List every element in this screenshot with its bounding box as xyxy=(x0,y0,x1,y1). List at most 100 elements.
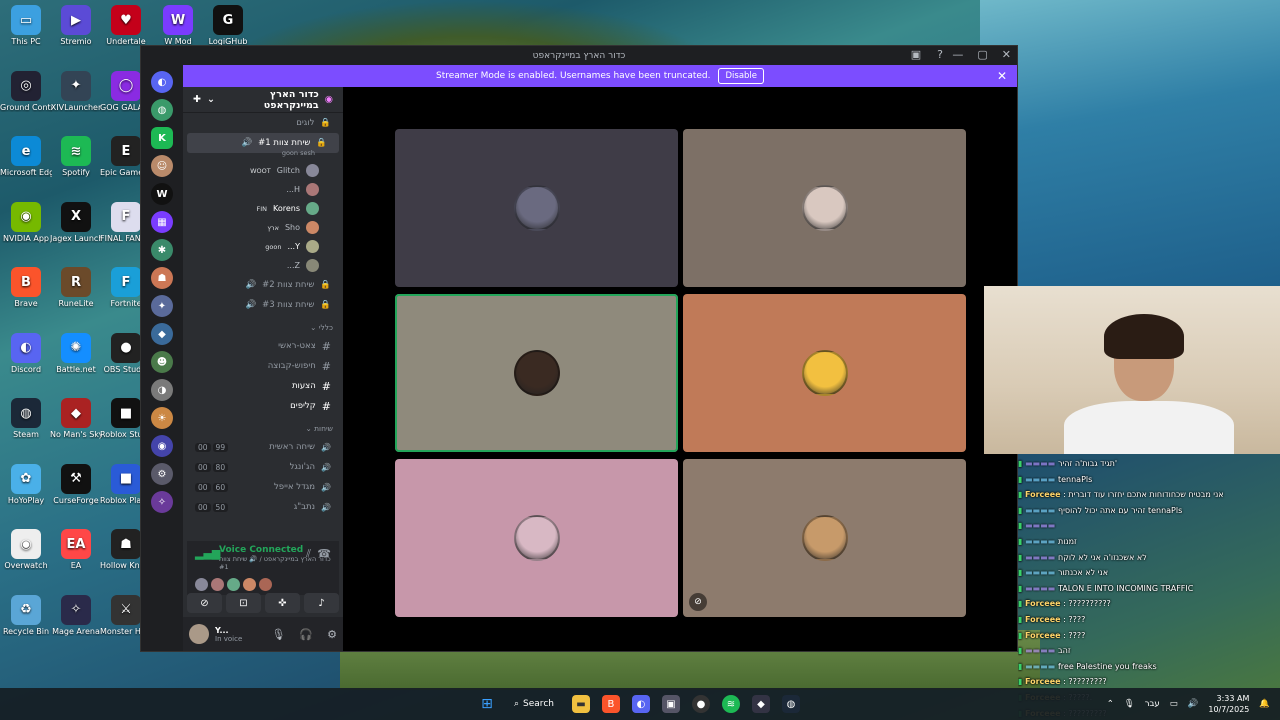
user-info[interactable]: Y... In voice xyxy=(215,626,242,643)
app-icon[interactable]: ◆ xyxy=(751,695,770,713)
desktop-icon[interactable]: ▶ Stremio xyxy=(50,5,102,46)
server-icon[interactable]: ☀ xyxy=(151,407,173,429)
desktop-icon[interactable]: ≋ Spotify xyxy=(50,136,102,177)
volume-icon[interactable]: 🔊 xyxy=(1188,699,1199,709)
desktop-icon[interactable]: EA EA xyxy=(50,529,102,570)
voice-member[interactable]: Korens FIN xyxy=(183,199,343,218)
desktop-icon[interactable]: ◉ Overwatch xyxy=(0,529,52,570)
participant-tile[interactable] xyxy=(395,459,678,617)
microphone-icon[interactable]: 🎙 xyxy=(271,628,285,641)
server-icon[interactable]: K xyxy=(151,127,173,149)
desktop-icon[interactable]: ◐ Discord xyxy=(0,332,52,374)
text-channel[interactable]: # קליפים xyxy=(183,396,343,416)
voice-channel[interactable]: 🔊 מגדל אייפל 00 60 xyxy=(183,477,343,497)
maximize-button[interactable]: ▢ xyxy=(977,48,987,61)
server-icon[interactable]: ☗ xyxy=(151,267,173,289)
disconnect-icon[interactable]: ☎ xyxy=(317,547,331,560)
desktop-icon[interactable]: ◉ NVIDIA App xyxy=(0,201,52,243)
bell-icon[interactable]: 🔔 xyxy=(1259,699,1270,709)
server-icon[interactable]: ✱ xyxy=(151,239,173,261)
avatar[interactable] xyxy=(195,578,208,591)
channel-logs[interactable]: 🔒 לוגים xyxy=(183,113,343,133)
desktop-icon[interactable]: ◆ No Man's Sky xyxy=(50,398,102,439)
microphone-icon[interactable]: 🎙 xyxy=(1124,699,1135,709)
server-icon[interactable]: ☻ xyxy=(151,351,173,373)
activities-icon[interactable]: ✜ xyxy=(265,593,300,613)
server-icon[interactable]: ◆ xyxy=(151,323,173,345)
close-banner-icon[interactable]: ✕ xyxy=(997,69,1007,83)
discord-icon[interactable]: ◐ xyxy=(631,695,650,713)
desktop-icon[interactable]: WW Mod xyxy=(152,5,204,46)
server-icon[interactable]: ✦ xyxy=(151,295,173,317)
desktop-icon[interactable]: B Brave xyxy=(0,267,52,308)
add-member-icon[interactable]: ✚ xyxy=(193,94,201,105)
steam-icon[interactable]: ◍ xyxy=(781,695,800,713)
text-channel[interactable]: # צאט-ראשי xyxy=(183,336,343,356)
voice-member[interactable]: H... xyxy=(183,180,343,199)
camera-off-icon[interactable]: ⊘ xyxy=(187,593,222,613)
discord-home-icon[interactable]: ◐ xyxy=(151,71,173,93)
avatar[interactable] xyxy=(243,578,256,591)
text-channel[interactable]: # חיפוש-קבוצה xyxy=(183,356,343,376)
avatar[interactable] xyxy=(259,578,272,591)
server-icon[interactable]: ◍ xyxy=(151,99,173,121)
server-icon[interactable]: ◑ xyxy=(151,379,173,401)
voice-member[interactable]: Z... xyxy=(183,256,343,275)
voice-channel-3[interactable]: 🔒 שיחת צוות #3 🔊 xyxy=(183,295,343,315)
voice-member[interactable]: Glitch WOOT xyxy=(183,161,343,180)
text-channel[interactable]: # הצעות xyxy=(183,376,343,396)
desktop-icon[interactable]: ♥ Undertale xyxy=(100,5,152,46)
server-icon[interactable]: ▦ xyxy=(151,211,173,233)
brave-icon[interactable]: B xyxy=(601,695,620,713)
file-explorer-icon[interactable]: ▬ xyxy=(571,695,590,713)
desktop-icon[interactable]: ♻ Recycle Bin xyxy=(0,594,52,636)
spotify-icon[interactable]: ≋ xyxy=(721,695,740,713)
minimize-button[interactable]: — xyxy=(952,48,963,61)
disable-button[interactable]: Disable xyxy=(718,68,765,84)
voice-channel-2[interactable]: 🔒 שיחת צוות #2 🔊 xyxy=(183,275,343,295)
window-titlebar[interactable]: כדור הארץ במיינקראפט ▣ ? — ▢ ✕ xyxy=(141,46,1017,65)
server-icon[interactable]: ☺ xyxy=(151,155,173,177)
avatar[interactable] xyxy=(189,624,209,644)
start-button[interactable]: ⊞ xyxy=(478,695,496,713)
noise-suppression-icon[interactable]: ⫽ xyxy=(306,547,311,561)
desktop-icon[interactable]: ⚒ CurseForge xyxy=(50,463,102,505)
obs-icon[interactable]: ● xyxy=(691,695,710,713)
category-voice[interactable]: שיחות ⌄ xyxy=(183,416,343,437)
avatar[interactable] xyxy=(227,578,240,591)
desktop-icon[interactable]: XJagex Launcher xyxy=(50,201,102,243)
language-indicator[interactable]: עבר xyxy=(1145,699,1160,709)
server-icon[interactable]: ⚙ xyxy=(151,463,173,485)
desktop-icon[interactable]: e Microsoft Edge xyxy=(0,136,52,177)
desktop-icon[interactable]: ✺ Battle.net xyxy=(50,332,102,374)
chevron-up-icon[interactable]: ⌃ xyxy=(1107,699,1114,709)
headphones-icon[interactable]: 🎧 xyxy=(299,628,313,641)
search-button[interactable]: ⌕ Search xyxy=(508,699,560,709)
server-icon[interactable]: ✧ xyxy=(151,491,173,513)
participant-tile[interactable] xyxy=(395,129,678,287)
voice-member[interactable]: Y... goon xyxy=(183,237,343,256)
desktop-icon[interactable]: ◎Ground Control xyxy=(0,70,52,112)
desktop-icon[interactable]: G LogiGHub xyxy=(202,5,254,46)
voice-channel[interactable]: 🔊 נתב"ג 00 50 xyxy=(183,497,343,517)
help-icon[interactable]: ? xyxy=(937,48,943,61)
voice-member[interactable]: Sho ארץ xyxy=(183,218,343,237)
desktop-icon[interactable]: ✿ HoYoPlay xyxy=(0,463,52,505)
desktop-icon[interactable]: ▭ This PC xyxy=(0,5,52,46)
desktop-icon[interactable]: ✧ Mage Arena xyxy=(50,594,102,636)
category-general[interactable]: כללי ⌄ xyxy=(183,315,343,336)
network-icon[interactable]: ▭ xyxy=(1170,699,1178,709)
gear-icon[interactable]: ⚙ xyxy=(327,628,337,641)
guild-header[interactable]: ◉ כדור הארץ במיינקראפט ⌄ ✚ xyxy=(183,87,343,113)
desktop-icon[interactable]: ◍ Steam xyxy=(0,398,52,439)
soundboard-icon[interactable]: ♪ xyxy=(304,593,339,613)
close-button[interactable]: ✕ xyxy=(1002,48,1011,61)
app-icon[interactable]: ▣ xyxy=(661,695,680,713)
server-icon[interactable]: ◉ xyxy=(151,435,173,457)
avatar[interactable] xyxy=(211,578,224,591)
inbox-icon[interactable]: ▣ xyxy=(911,48,921,61)
voice-channel[interactable]: 🔊 הג'ונגל 00 80 xyxy=(183,457,343,477)
clock[interactable]: 3:33 AM 10/7/2025 xyxy=(1208,693,1249,715)
participant-tile[interactable] xyxy=(683,294,966,452)
participant-tile[interactable] xyxy=(395,294,678,452)
